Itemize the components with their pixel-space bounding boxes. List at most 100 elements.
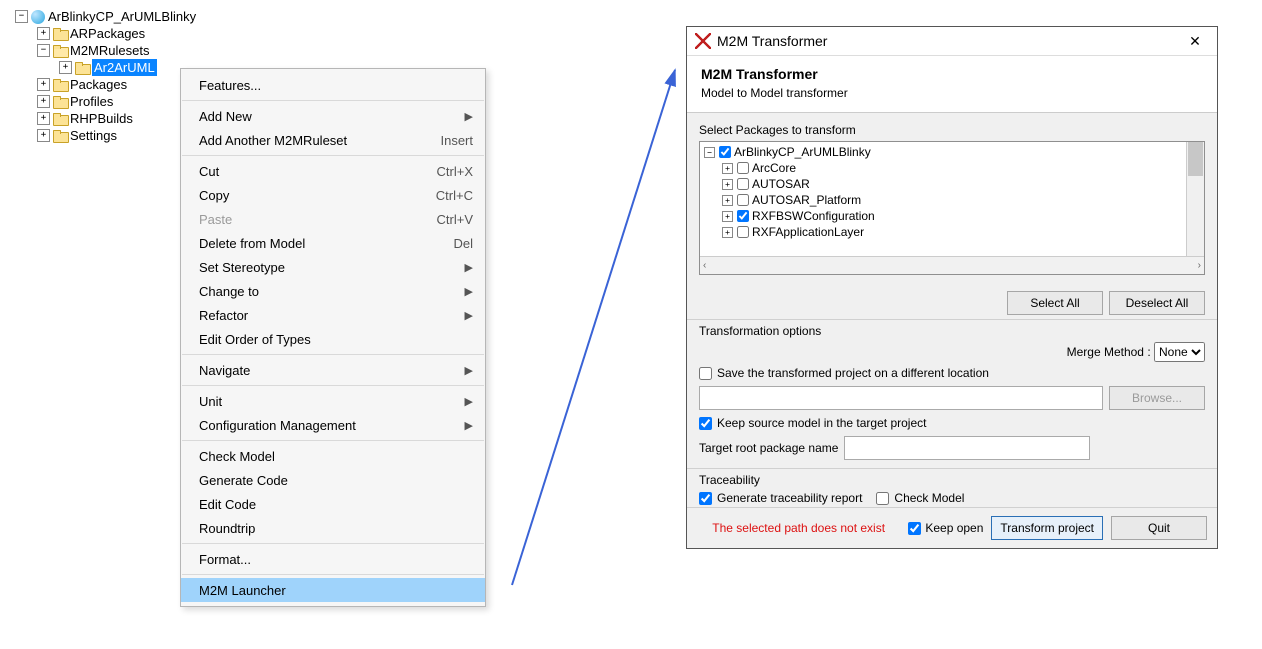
collapse-icon[interactable]: − bbox=[704, 147, 715, 158]
shortcut: Insert bbox=[440, 133, 473, 148]
pkg-checkbox[interactable] bbox=[737, 226, 749, 238]
expand-icon[interactable]: + bbox=[722, 227, 733, 238]
menu-format[interactable]: Format... bbox=[181, 547, 485, 571]
check-model-checkbox[interactable] bbox=[876, 492, 889, 505]
menu-separator bbox=[182, 543, 484, 544]
chevron-right-icon: ▶ bbox=[465, 285, 473, 298]
generate-trace-checkbox[interactable] bbox=[699, 492, 712, 505]
tree-item[interactable]: + ARPackages bbox=[15, 25, 196, 42]
keep-open-label: Keep open bbox=[925, 521, 983, 535]
tree-item[interactable]: + Settings bbox=[15, 127, 196, 144]
menu-copy[interactable]: CopyCtrl+C bbox=[181, 183, 485, 207]
tree-item[interactable]: + Profiles bbox=[15, 93, 196, 110]
menu-add-another-ruleset[interactable]: Add Another M2MRulesetInsert bbox=[181, 128, 485, 152]
keep-open-checkbox[interactable] bbox=[908, 522, 921, 535]
menu-edit-order[interactable]: Edit Order of Types bbox=[181, 327, 485, 351]
folder-open-icon bbox=[53, 45, 67, 56]
expand-icon[interactable]: + bbox=[37, 129, 50, 142]
app-icon bbox=[695, 33, 711, 49]
save-different-location-checkbox[interactable] bbox=[699, 367, 712, 380]
annotation-arrow bbox=[490, 60, 690, 600]
menu-paste: PasteCtrl+V bbox=[181, 207, 485, 231]
pkg-checkbox[interactable] bbox=[719, 146, 731, 158]
pkg-row[interactable]: + ArcCore bbox=[704, 160, 1204, 176]
select-all-button[interactable]: Select All bbox=[1007, 291, 1103, 315]
menu-set-stereotype[interactable]: Set Stereotype▶ bbox=[181, 255, 485, 279]
merge-method-select[interactable]: None bbox=[1154, 342, 1205, 362]
tree-item-label: ARPackages bbox=[70, 25, 145, 42]
folder-icon bbox=[53, 28, 67, 39]
pkg-row[interactable]: + RXFBSWConfiguration bbox=[704, 208, 1204, 224]
project-icon bbox=[31, 10, 45, 24]
menu-m2m-launcher[interactable]: M2M Launcher bbox=[181, 578, 485, 602]
pkg-row[interactable]: + AUTOSAR bbox=[704, 176, 1204, 192]
menu-add-new[interactable]: Add New▶ bbox=[181, 104, 485, 128]
menu-separator bbox=[182, 440, 484, 441]
menu-features[interactable]: Features... bbox=[181, 73, 485, 97]
collapse-icon[interactable]: − bbox=[37, 44, 50, 57]
generate-trace-label: Generate traceability report bbox=[717, 491, 862, 505]
pkg-checkbox[interactable] bbox=[737, 194, 749, 206]
pkg-label: ArcCore bbox=[752, 160, 796, 176]
menu-edit-code[interactable]: Edit Code bbox=[181, 492, 485, 516]
pkg-row[interactable]: + RXFApplicationLayer bbox=[704, 224, 1204, 240]
chevron-right-icon: ▶ bbox=[465, 261, 473, 274]
pkg-checkbox[interactable] bbox=[737, 178, 749, 190]
chevron-right-icon: › bbox=[1198, 260, 1201, 271]
expand-icon[interactable]: + bbox=[59, 61, 72, 74]
pkg-row[interactable]: − ArBlinkyCP_ArUMLBlinky bbox=[704, 144, 1204, 160]
tree-root[interactable]: − ArBlinkyCP_ArUMLBlinky bbox=[15, 8, 196, 25]
quit-button[interactable]: Quit bbox=[1111, 516, 1207, 540]
transform-project-button[interactable]: Transform project bbox=[991, 516, 1103, 540]
context-menu[interactable]: Features... Add New▶ Add Another M2MRule… bbox=[180, 68, 486, 607]
menu-cut[interactable]: CutCtrl+X bbox=[181, 159, 485, 183]
expand-icon[interactable]: + bbox=[37, 78, 50, 91]
expand-icon[interactable]: + bbox=[37, 27, 50, 40]
chevron-right-icon: ▶ bbox=[465, 364, 473, 377]
menu-check-model[interactable]: Check Model bbox=[181, 444, 485, 468]
pkg-label: ArBlinkyCP_ArUMLBlinky bbox=[734, 144, 871, 160]
expand-icon[interactable]: + bbox=[37, 112, 50, 125]
collapse-icon[interactable]: − bbox=[15, 10, 28, 23]
deselect-all-button[interactable]: Deselect All bbox=[1109, 291, 1205, 315]
target-package-input[interactable] bbox=[844, 436, 1090, 460]
browse-button: Browse... bbox=[1109, 386, 1205, 410]
save-path-input[interactable] bbox=[699, 386, 1103, 410]
folder-icon bbox=[53, 113, 67, 124]
expand-icon[interactable]: + bbox=[722, 163, 733, 174]
tree-item[interactable]: + RHPBuilds bbox=[15, 110, 196, 127]
expand-icon[interactable]: + bbox=[722, 179, 733, 190]
vertical-scrollbar[interactable] bbox=[1186, 142, 1204, 257]
close-button[interactable]: ✕ bbox=[1181, 30, 1209, 52]
pkg-checkbox[interactable] bbox=[737, 210, 749, 222]
chevron-right-icon: ▶ bbox=[465, 110, 473, 123]
expand-icon[interactable]: + bbox=[37, 95, 50, 108]
menu-separator bbox=[182, 385, 484, 386]
horizontal-scrollbar[interactable]: ‹› bbox=[700, 256, 1204, 274]
packages-tree-box[interactable]: − ArBlinkyCP_ArUMLBlinky + ArcCore + AUT… bbox=[699, 141, 1205, 275]
menu-delete[interactable]: Delete from ModelDel bbox=[181, 231, 485, 255]
expand-icon[interactable]: + bbox=[722, 211, 733, 222]
menu-config-mgmt[interactable]: Configuration Management▶ bbox=[181, 413, 485, 437]
menu-unit[interactable]: Unit▶ bbox=[181, 389, 485, 413]
menu-change-to[interactable]: Change to▶ bbox=[181, 279, 485, 303]
shortcut: Del bbox=[453, 236, 473, 251]
expand-icon[interactable]: + bbox=[722, 195, 733, 206]
menu-generate-code[interactable]: Generate Code bbox=[181, 468, 485, 492]
pkg-row[interactable]: + AUTOSAR_Platform bbox=[704, 192, 1204, 208]
model-browser-tree[interactable]: − ArBlinkyCP_ArUMLBlinky + ARPackages − … bbox=[15, 8, 196, 144]
tree-item[interactable]: − M2MRulesets bbox=[15, 42, 196, 59]
menu-roundtrip[interactable]: Roundtrip bbox=[181, 516, 485, 540]
pkg-label: AUTOSAR_Platform bbox=[752, 192, 861, 208]
tree-item-selected[interactable]: + Ar2ArUML bbox=[15, 59, 196, 76]
menu-navigate[interactable]: Navigate▶ bbox=[181, 358, 485, 382]
tree-item[interactable]: + Packages bbox=[15, 76, 196, 93]
chevron-right-icon: ▶ bbox=[465, 395, 473, 408]
pkg-checkbox[interactable] bbox=[737, 162, 749, 174]
divider bbox=[687, 319, 1217, 320]
dialog-titlebar[interactable]: M2M Transformer ✕ bbox=[687, 27, 1217, 56]
check-model-label: Check Model bbox=[894, 491, 964, 505]
menu-refactor[interactable]: Refactor▶ bbox=[181, 303, 485, 327]
chevron-left-icon: ‹ bbox=[703, 260, 706, 271]
keep-source-checkbox[interactable] bbox=[699, 417, 712, 430]
